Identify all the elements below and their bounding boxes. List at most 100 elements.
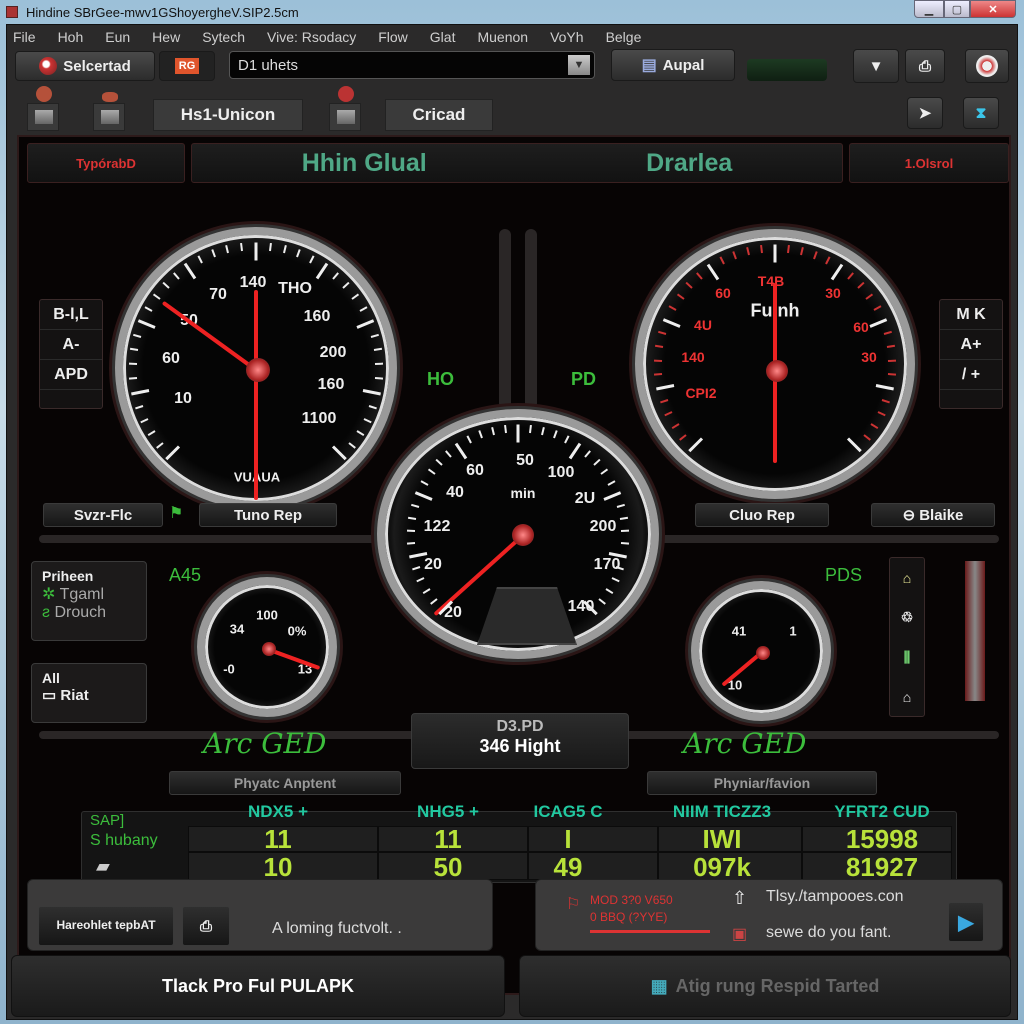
gauge-tick <box>662 317 681 328</box>
help-button[interactable] <box>965 49 1009 83</box>
gauge-tick <box>584 449 591 458</box>
menu-eun[interactable]: Eun <box>105 29 130 45</box>
side-item[interactable]: A- <box>40 330 102 360</box>
column-header[interactable]: YFRT2 CUD <box>834 802 929 822</box>
column-header[interactable]: NDX5 + <box>248 802 308 822</box>
harvest-button[interactable]: Hareohlet tepbAT <box>38 906 174 946</box>
caption-left[interactable]: Phyatc Anptent <box>169 771 401 795</box>
menu-flow[interactable]: Flow <box>378 29 408 45</box>
header-title: Hhin Glual Drarlea <box>191 143 843 183</box>
side-item[interactable]: A+ <box>940 330 1002 360</box>
gauge-tick <box>813 251 818 260</box>
gauge-tick <box>619 516 628 520</box>
hourglass-button[interactable]: ⧗ <box>963 97 999 129</box>
menu-file[interactable]: File <box>13 29 36 45</box>
cluo-rep-button[interactable]: Cluo Rep <box>695 503 829 527</box>
gauge-tick <box>887 372 896 376</box>
gauge-tick <box>478 430 484 439</box>
gauge-tick <box>374 377 383 380</box>
gauge-tick <box>373 348 382 352</box>
gauge-tick <box>611 577 620 583</box>
pointer-button[interactable]: ➤ <box>907 97 943 129</box>
gauge-tick <box>695 272 703 280</box>
play-button[interactable]: ▶ <box>948 902 984 942</box>
gauge-tick <box>172 271 180 280</box>
gauge-tick <box>870 423 879 430</box>
side-item[interactable]: B-l,L <box>40 300 102 330</box>
column-header[interactable]: NHG5 + <box>417 802 479 822</box>
minimize-button[interactable]: ▁ <box>914 0 944 18</box>
menu-hew[interactable]: Hew <box>152 29 180 45</box>
footer-left[interactable]: Tlack Pro Ful PULAPK <box>11 955 505 1017</box>
badge-button[interactable]: RG <box>159 51 215 81</box>
side-item[interactable]: APD <box>40 360 102 390</box>
side-item[interactable]: M K <box>940 300 1002 330</box>
table-cell: IWI <box>702 824 742 854</box>
gauge-tick <box>348 441 357 449</box>
tool-icon-1[interactable] <box>27 86 59 131</box>
gauge-hub <box>246 358 270 382</box>
gauge-tick <box>144 306 153 312</box>
icon-strip: ⌂ ♲ ⫼ ⌂ <box>889 557 925 717</box>
close-button[interactable]: ✕ <box>970 0 1016 18</box>
menu-hoh[interactable]: Hoh <box>58 29 84 45</box>
menu-voyh[interactable]: VoYh <box>550 29 583 45</box>
right-gauge: 60 T4B 30 4U Fuinh 60 140 30 CPI2 <box>635 229 915 499</box>
filter-button[interactable]: ▼ <box>853 49 899 83</box>
cell <box>528 826 658 852</box>
gauge-tick <box>600 468 609 476</box>
gauge-tick <box>659 398 668 404</box>
gauge-tick <box>351 293 360 300</box>
table-cell: 11 <box>434 824 462 854</box>
recycle-icon[interactable]: ♲ <box>901 609 914 626</box>
svzr-button[interactable]: Svzr-Flc <box>43 503 163 527</box>
side-item[interactable]: / + <box>940 360 1002 390</box>
tap-icon[interactable]: ⌂ <box>903 570 911 586</box>
column-header[interactable]: NIIM TICZZ3 <box>673 802 771 822</box>
gauge-icon[interactable]: ⫼ <box>904 649 910 666</box>
tool-icon-2[interactable] <box>93 92 125 131</box>
select-button[interactable]: Selcertad <box>15 51 155 81</box>
gauge-tick <box>503 424 507 433</box>
gauge-tick <box>563 435 570 444</box>
gauge-tick <box>847 272 855 280</box>
apply-button[interactable]: ▤ Aupal <box>611 49 735 81</box>
gauge-tick <box>671 423 680 430</box>
menu-muenon[interactable]: Muenon <box>477 29 528 45</box>
tuno-rep-button[interactable]: Tuno Rep <box>199 503 337 527</box>
gauge-tick <box>435 458 444 466</box>
gauge-tick <box>315 263 328 280</box>
menu-sytech[interactable]: Sytech <box>202 29 245 45</box>
maximize-button[interactable]: ▢ <box>944 0 970 18</box>
home-icon[interactable]: ⌂ <box>903 689 911 705</box>
gauge-tick <box>184 263 197 280</box>
info-item[interactable]: ✲ Tgaml <box>42 584 136 604</box>
gauge-tick <box>830 264 844 281</box>
print-button[interactable]: ⎙ <box>905 49 945 83</box>
main-frame: File Hoh Eun Hew Sytech Vive: Rsodacy Fl… <box>6 24 1018 1020</box>
chevron-down-icon[interactable]: ▼ <box>568 55 590 75</box>
search-input[interactable]: D1 uhets ▼ <box>229 51 595 79</box>
blaike-button[interactable]: ⊖ Blaike <box>871 503 995 527</box>
header-right: 1.Olsrol <box>849 143 1009 183</box>
vertical-slider[interactable] <box>965 561 985 701</box>
info-item[interactable]: ▭ Riat <box>42 686 136 704</box>
cell <box>528 852 658 880</box>
menu-glat[interactable]: Glat <box>430 29 456 45</box>
menu-vive[interactable]: Vive: Rsodacy <box>267 29 356 45</box>
info-item[interactable]: ƨ Drouch <box>42 604 136 622</box>
gauge-tick <box>131 389 150 396</box>
caption-right[interactable]: Phyniar/favion <box>647 771 877 795</box>
tray-button[interactable]: ⎙ <box>182 906 230 946</box>
tool-icon-3[interactable] <box>329 86 361 131</box>
inbox-icon: ⎙ <box>199 917 212 935</box>
tab-unicon[interactable]: Hs1-Unicon <box>153 99 303 131</box>
link-text[interactable]: Tlsy./tampooes.con <box>766 888 904 906</box>
footer-right[interactable]: ▦ Atig rung Respid Tarted <box>519 955 1011 1017</box>
gauge-tick <box>412 565 421 571</box>
menu-belge[interactable]: Belge <box>606 29 642 45</box>
gauge-tick <box>664 411 673 417</box>
column-header[interactable]: ICAG5 C <box>534 802 603 822</box>
gauge-tick <box>877 411 886 417</box>
tab-cricad[interactable]: Cricad <box>385 99 493 131</box>
